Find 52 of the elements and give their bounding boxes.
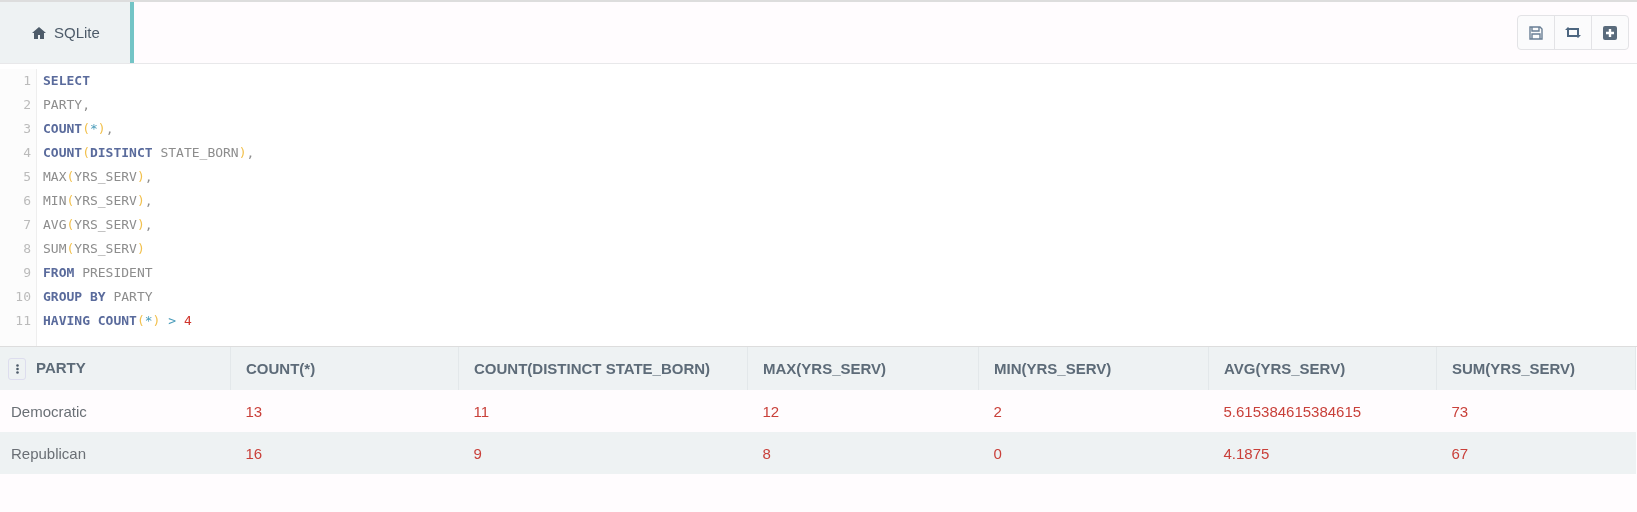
table-cell: 9 — [458, 432, 748, 474]
line-number: 5 — [22, 168, 31, 186]
table-cell: 4.1875 — [1208, 432, 1437, 474]
line-number: 9 — [22, 264, 31, 282]
line-number: 2 — [22, 96, 31, 114]
code-line: SELECT — [43, 72, 91, 90]
line-number: 6 — [22, 192, 31, 210]
column-header: AVG(YRS_SERV) — [1208, 347, 1437, 390]
column-header: SUM(YRS_SERV) — [1436, 347, 1636, 390]
table-cell: 73 — [1436, 390, 1636, 432]
table-cell: Republican — [0, 432, 231, 474]
table-cell: Democratic — [0, 390, 231, 432]
table-cell: 16 — [230, 432, 459, 474]
line-number: 4 — [22, 144, 31, 162]
code-line: COUNT(*), — [43, 120, 115, 138]
code-line: MIN(YRS_SERV), — [43, 192, 154, 210]
home-icon — [32, 26, 46, 39]
line-number: 1 — [22, 72, 31, 90]
line-number: 11 — [14, 312, 31, 330]
tab[interactable]: SQLite — [0, 2, 134, 63]
column-header: COUNT(DISTINCT STATE_BORN) — [458, 347, 748, 390]
plus-square-icon — [1603, 25, 1617, 40]
table-cell: 2 — [978, 390, 1209, 432]
add-button[interactable] — [1591, 15, 1629, 50]
code-line: AVG(YRS_SERV), — [43, 216, 154, 234]
column-header: PARTY — [36, 358, 86, 376]
code-line: GROUP BY PARTY — [43, 288, 154, 306]
save-button[interactable] — [1517, 15, 1555, 50]
line-number: 8 — [22, 240, 31, 258]
more-icon — [15, 363, 19, 374]
line-number: 3 — [22, 120, 31, 138]
retweet-button[interactable] — [1554, 15, 1592, 50]
code-line: FROM PRESIDENT — [43, 264, 154, 282]
code-line: MAX(YRS_SERV), — [43, 168, 154, 186]
column-header: COUNT(*) — [230, 347, 459, 390]
table-cell: 12 — [747, 390, 979, 432]
table-cell: 11 — [458, 390, 748, 432]
line-number: 10 — [14, 288, 31, 306]
column-header: MIN(YRS_SERV) — [978, 347, 1209, 390]
table-cell: 8 — [747, 432, 979, 474]
code-line: HAVING COUNT(*) > 4 — [43, 312, 193, 330]
retweet-icon — [1565, 26, 1581, 39]
code-line: SUM(YRS_SERV) — [43, 240, 146, 258]
code-line: COUNT(DISTINCT STATE_BORN), — [43, 144, 255, 162]
table-cell: 0 — [978, 432, 1209, 474]
column-menu-button[interactable] — [8, 357, 26, 380]
table-cell: 67 — [1436, 432, 1636, 474]
table-cell: 5.615384615384615 — [1208, 390, 1437, 432]
table-cell: 13 — [230, 390, 459, 432]
line-number: 7 — [22, 216, 31, 234]
column-header: MAX(YRS_SERV) — [747, 347, 979, 390]
code-line: PARTY, — [43, 96, 91, 114]
